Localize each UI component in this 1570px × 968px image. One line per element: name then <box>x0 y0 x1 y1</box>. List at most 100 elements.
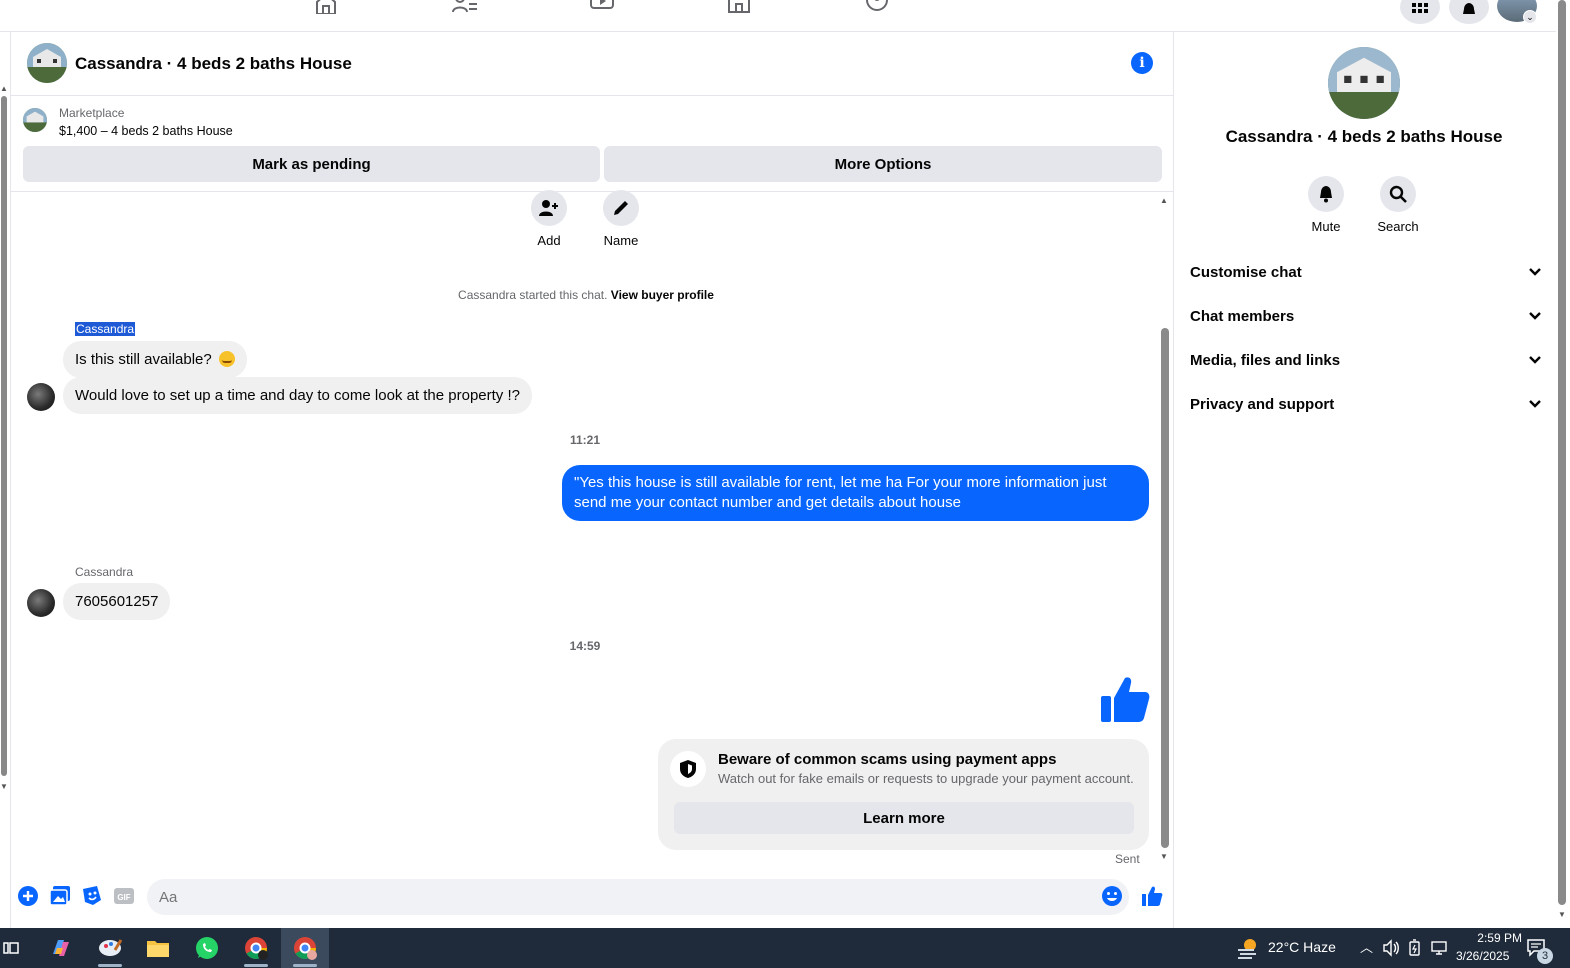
sticker-icon[interactable] <box>81 885 103 907</box>
weather-haze-icon[interactable] <box>1236 936 1260 960</box>
scroll-up-icon[interactable]: ▲ <box>1160 196 1168 205</box>
listing-price[interactable]: $1,400 – 4 beds 2 baths House <box>59 124 233 138</box>
listing-large-avatar[interactable] <box>1328 47 1400 119</box>
top-nav: ⌄ <box>0 0 1556 32</box>
name-label: Name <box>603 233 639 248</box>
scroll-down-icon[interactable]: ▼ <box>0 782 8 791</box>
add-label: Add <box>537 233 561 248</box>
window-scrollbar[interactable]: ▼ <box>1556 0 1570 928</box>
notifications-bell-icon[interactable] <box>1449 0 1489 24</box>
groups-icon[interactable] <box>864 0 890 14</box>
message-bubble-in[interactable]: 7605601257 <box>63 583 171 620</box>
sent-status: Sent <box>1115 852 1140 866</box>
sender-name: Cassandra <box>75 565 134 579</box>
smiley-emoji-icon <box>218 351 235 367</box>
message-bubble-out[interactable]: "Yes this house is still available for r… <box>562 465 1149 521</box>
message-bubble-in[interactable]: Is this still available? <box>63 341 247 378</box>
whatsapp-icon[interactable] <box>183 928 231 968</box>
chevron-down-icon[interactable]: ⌄ <box>1523 10 1537 24</box>
scroll-down-icon[interactable]: ▼ <box>1160 852 1168 861</box>
info-icon[interactable]: i <box>1131 52 1153 74</box>
chevron-down-icon <box>1529 268 1541 276</box>
page-scrollbar[interactable]: ▲ ▼ <box>0 84 8 796</box>
friends-icon[interactable] <box>451 0 477 14</box>
accordion-label: Privacy and support <box>1190 395 1335 413</box>
accordion-label: Media, files and links <box>1190 351 1341 369</box>
search-button[interactable]: Search <box>1362 176 1434 234</box>
accordion-label: Customise chat <box>1190 263 1302 281</box>
paint-app-icon[interactable] <box>86 928 134 968</box>
volume-icon[interactable] <box>1382 939 1400 957</box>
accordion-chat-members[interactable]: Chat members <box>1190 294 1542 338</box>
plus-circle-icon[interactable] <box>17 885 39 907</box>
clock-date[interactable]: 3/26/2025 <box>1456 949 1509 963</box>
scroll-up-icon[interactable]: ▲ <box>0 84 8 93</box>
pencil-icon <box>603 190 639 226</box>
name-chat-button[interactable]: Name <box>585 190 657 248</box>
battery-plug-icon[interactable] <box>1406 939 1424 957</box>
cassandra-avatar[interactable] <box>27 383 55 411</box>
accordion-privacy-support[interactable]: Privacy and support <box>1190 382 1542 426</box>
view-buyer-profile-link[interactable]: View buyer profile <box>611 288 714 302</box>
timestamp: 11:21 <box>569 433 601 447</box>
copilot-icon[interactable] <box>37 928 85 968</box>
thumbs-up-icon[interactable] <box>1099 674 1151 724</box>
chat-started-text: Cassandra started this chat. <box>458 288 608 302</box>
marketplace-label: Marketplace <box>59 106 125 120</box>
message-input[interactable] <box>147 879 1129 915</box>
timestamp: 14:59 <box>569 639 601 653</box>
mute-button[interactable]: Mute <box>1290 176 1362 234</box>
weather-text[interactable]: 22°C Haze <box>1268 939 1336 955</box>
chat-details-sidebar: Cassandra · 4 beds 2 baths House Mute Se… <box>1175 32 1553 928</box>
add-people-button[interactable]: Add <box>513 190 585 248</box>
network-icon[interactable] <box>1430 939 1448 957</box>
accordion-media-files[interactable]: Media, files and links <box>1190 338 1542 382</box>
scroll-down-icon[interactable]: ▼ <box>1558 910 1566 919</box>
chat-header: Cassandra · 4 beds 2 baths House i <box>11 32 1174 96</box>
chat-scrollbar[interactable]: ▲ ▼ <box>1159 196 1171 864</box>
learn-more-button[interactable]: Learn more <box>674 802 1134 834</box>
more-options-button[interactable]: More Options <box>604 146 1162 182</box>
video-icon[interactable] <box>589 0 615 14</box>
chat-title: Cassandra · 4 beds 2 baths House <box>75 54 352 73</box>
mark-pending-button[interactable]: Mark as pending <box>23 146 600 182</box>
add-person-icon <box>531 190 567 226</box>
scam-subtitle: Watch out for fake emails or requests to… <box>718 771 1134 786</box>
bell-icon <box>1308 176 1344 212</box>
home-icon[interactable] <box>313 0 339 15</box>
gif-icon[interactable]: GIF <box>113 885 135 907</box>
notification-count-badge: 3 <box>1537 948 1553 964</box>
chevron-down-icon <box>1529 312 1541 320</box>
svg-text:GIF: GIF <box>117 893 130 902</box>
windows-taskbar: 22°C Haze ︿ 2:59 PM 3/26/2025 3 <box>0 928 1570 968</box>
clock-time[interactable]: 2:59 PM <box>1458 931 1522 945</box>
chat-panel: Cassandra · 4 beds 2 baths House i Marke… <box>10 32 1174 928</box>
photo-icon[interactable] <box>49 885 71 907</box>
message-bubble-in[interactable]: Would love to set up a time and day to c… <box>63 377 532 414</box>
shield-icon <box>670 751 706 787</box>
thumbs-up-send-icon[interactable] <box>1141 885 1163 907</box>
system-message: Cassandra started this chat. View buyer … <box>11 288 1161 302</box>
accordion-label: Chat members <box>1190 307 1295 325</box>
search-label: Search <box>1377 219 1419 234</box>
chevron-up-icon[interactable]: ︿ <box>1360 937 1373 956</box>
accordion-customise-chat[interactable]: Customise chat <box>1190 250 1542 294</box>
chrome-active-icon[interactable] <box>281 928 329 968</box>
scam-warning-card: Beware of common scams using payment app… <box>658 739 1149 850</box>
chevron-down-icon <box>1529 400 1541 408</box>
chevron-down-icon <box>1529 356 1541 364</box>
chrome-icon[interactable] <box>232 928 280 968</box>
file-explorer-icon[interactable] <box>134 928 182 968</box>
listing-avatar[interactable] <box>27 43 67 83</box>
sidebar-title: Cassandra · 4 beds 2 baths House <box>1225 127 1503 146</box>
menu-grid-icon[interactable] <box>1400 0 1440 24</box>
marketplace-icon[interactable] <box>726 0 752 14</box>
emoji-icon[interactable] <box>1101 885 1123 907</box>
search-icon <box>1380 176 1416 212</box>
listing-thumb[interactable] <box>23 108 47 132</box>
sender-name: Cassandra <box>75 322 136 336</box>
cassandra-avatar[interactable] <box>27 589 55 617</box>
task-view-icon[interactable] <box>0 928 22 968</box>
message-text: Is this still available? <box>75 351 212 368</box>
mute-label: Mute <box>1311 219 1341 234</box>
